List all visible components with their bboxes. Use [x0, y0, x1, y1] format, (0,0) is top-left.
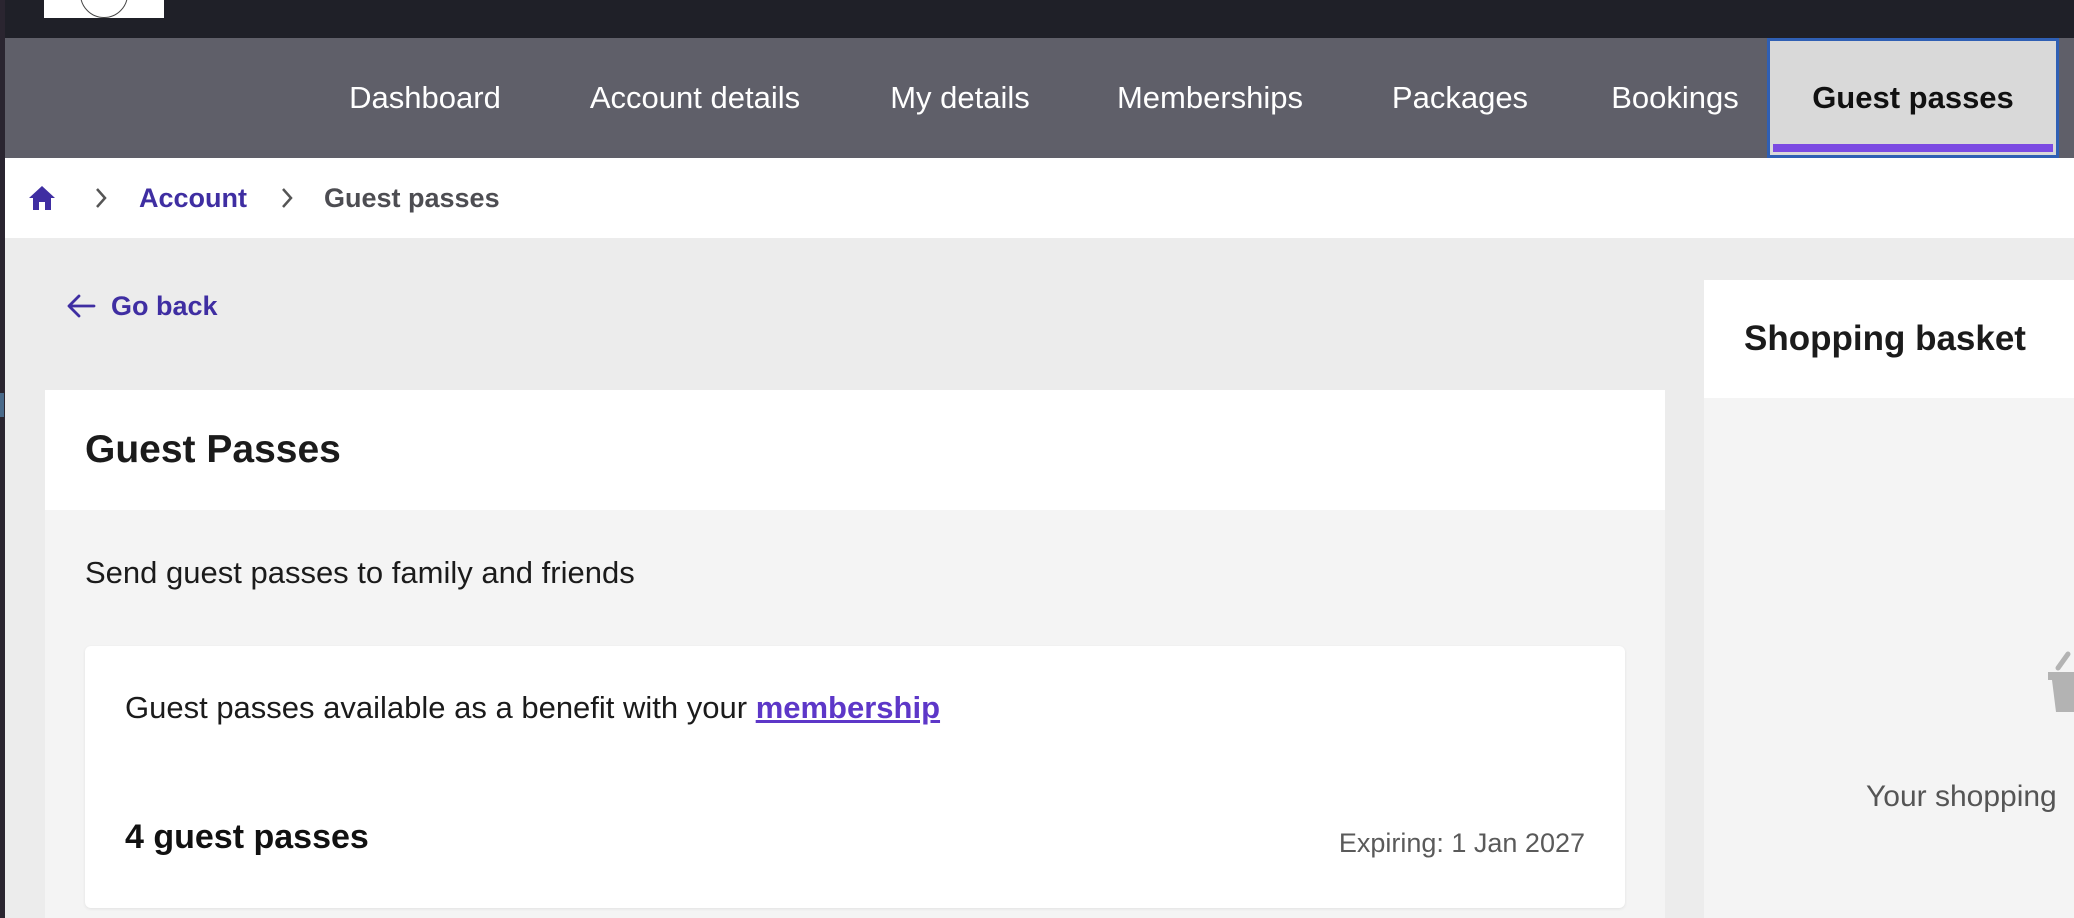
breadcrumb-account[interactable]: Account [139, 158, 247, 238]
nav-memberships[interactable]: Memberships [1075, 38, 1345, 158]
benefit-label: Guest passes available as a benefit with… [125, 690, 756, 725]
membership-link[interactable]: membership [756, 690, 940, 725]
go-back-label: Go back [111, 290, 218, 321]
nav-dashboard[interactable]: Dashboard [305, 38, 545, 158]
page: Dashboard Account details My details Mem… [5, 0, 2074, 918]
nav-my-details[interactable]: My details [845, 38, 1075, 158]
guest-pass-count: 4 guest passes [125, 818, 369, 856]
basket-empty-message: Your shopping [1866, 780, 2057, 813]
chevron-right-icon [93, 158, 109, 238]
edge-marker [0, 393, 4, 417]
nav-packages[interactable]: Packages [1345, 38, 1575, 158]
shopping-basket: Shopping basket Your shopping [1704, 280, 2074, 918]
card-subtitle: Send guest passes to family and friends [85, 555, 635, 590]
basket-title: Shopping basket [1744, 319, 2026, 358]
breadcrumb: Account Guest passes [5, 158, 2074, 238]
basket-header: Shopping basket [1704, 280, 2074, 398]
nav-bookings[interactable]: Bookings [1575, 38, 1775, 158]
arrow-left-icon [67, 294, 96, 318]
card-header: Guest Passes [45, 390, 1665, 510]
logo-emblem [80, 0, 128, 18]
home-icon[interactable] [27, 158, 57, 238]
go-back-link[interactable]: Go back [65, 288, 218, 324]
main-content: Go back Guest Passes Send guest passes t… [5, 238, 2074, 918]
nav-guest-passes[interactable]: Guest passes [1767, 38, 2059, 158]
expiry-date: Expiring: 1 Jan 2027 [1338, 828, 1585, 858]
site-logo[interactable] [44, 0, 164, 18]
guest-passes-card: Guest Passes Send guest passes to family… [45, 390, 1665, 918]
guest-pass-benefit-panel: Guest passes available as a benefit with… [85, 646, 1625, 908]
account-nav: Dashboard Account details My details Mem… [5, 38, 2074, 158]
basket-icon [2044, 650, 2074, 714]
nav-account-details[interactable]: Account details [545, 38, 845, 158]
page-title: Guest Passes [85, 428, 341, 471]
breadcrumb-current: Guest passes [324, 182, 500, 213]
benefit-text: Guest passes available as a benefit with… [125, 690, 940, 726]
chevron-right-icon [279, 158, 295, 238]
top-bar [5, 0, 2074, 38]
